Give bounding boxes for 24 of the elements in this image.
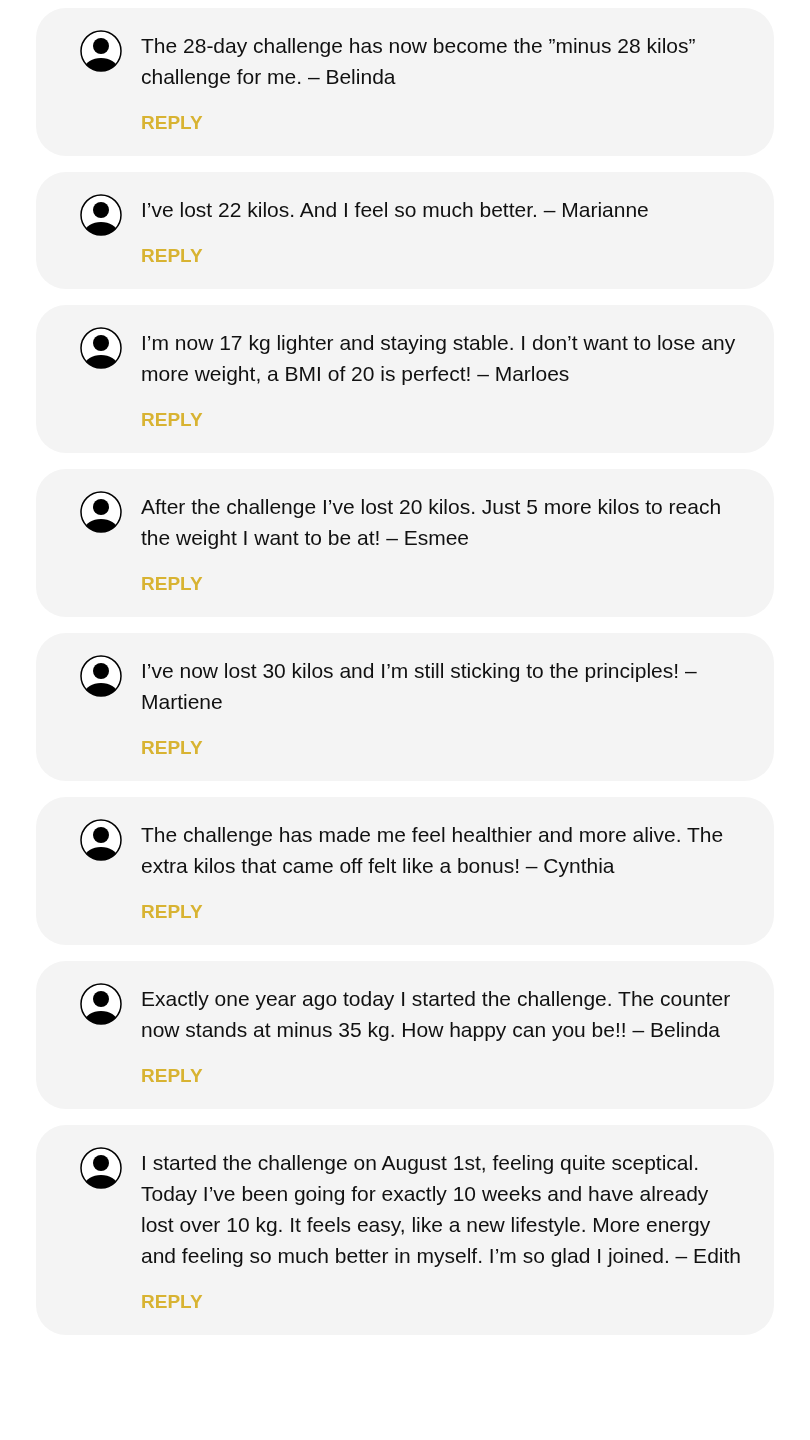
reply-button[interactable]: REPLY [141, 245, 203, 267]
avatar-icon [80, 30, 122, 72]
comment-text: I’m now 17 kg lighter and staying stable. I don’t want to lose any more weight, a BMI of 20 is perfect! – Marloes [141, 330, 737, 387]
reply-button[interactable]: REPLY [141, 901, 203, 923]
avatar-icon [80, 491, 122, 533]
reply-button[interactable]: REPLY [141, 409, 203, 431]
avatar-icon [80, 1147, 122, 1189]
avatar-icon [80, 327, 122, 369]
avatar-icon [80, 983, 122, 1025]
reply-button[interactable]: REPLY [141, 1291, 203, 1313]
comment-text: I started the challenge on August 1st, feeling quite sceptical. Today I’ve been going for exactly 10 weeks and have already lost over 10 kg. It feels easy, like a new lifestyle. More energy and feeling so much better in myself. I’m so glad I joined. – Edith [141, 1150, 742, 1269]
comment-text: The 28-day challenge has now become the ”minus 28 kilos” challenge for me. – Belinda [141, 33, 697, 90]
reply-button[interactable]: REPLY [141, 737, 203, 759]
reply-button[interactable]: REPLY [141, 1065, 203, 1087]
comment-text: The challenge has made me feel healthier and more alive. The extra kilos that came off felt like a bonus! – Cynthia [141, 822, 725, 879]
comment-text: I’ve lost 22 kilos. And I feel so much better. – Marianne [141, 197, 649, 223]
avatar-icon [80, 819, 122, 861]
reply-button[interactable]: REPLY [141, 112, 203, 134]
comment-text: After the challenge I’ve lost 20 kilos. Just 5 more kilos to reach the weight I want to be at! – Esmee [141, 494, 723, 551]
avatar-icon [80, 194, 122, 236]
reply-button[interactable]: REPLY [141, 573, 203, 595]
comment-text: I’ve now lost 30 kilos and I’m still sticking to the principles! – Martiene [141, 658, 698, 715]
comment-text: Exactly one year ago today I started the challenge. The counter now stands at minus 35 kg. How happy can you be!! – Belinda [141, 986, 732, 1043]
avatar-icon [80, 655, 122, 697]
